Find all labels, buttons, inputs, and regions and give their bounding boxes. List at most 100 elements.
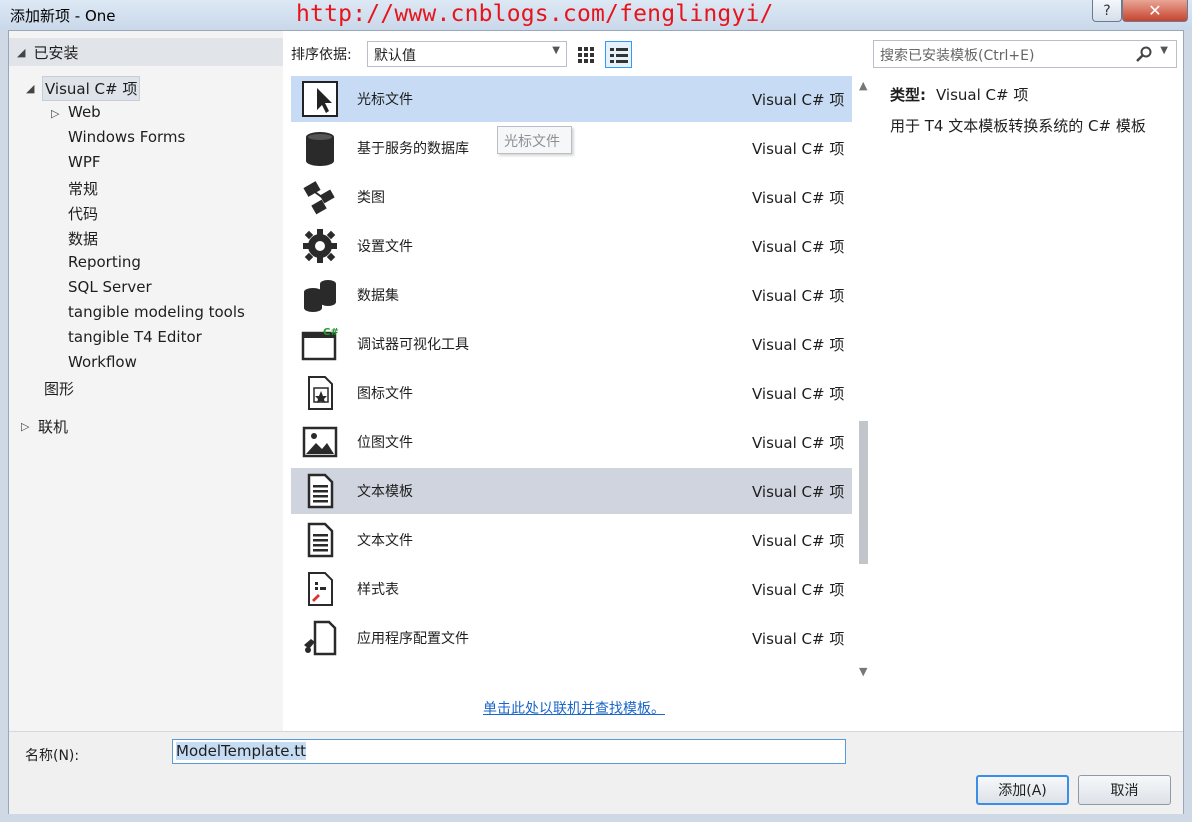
expand-arrow-icon[interactable]: ▷	[51, 107, 59, 120]
scroll-up-icon[interactable]: ▲	[859, 79, 867, 92]
template-name: 基于服务的数据库	[357, 141, 469, 157]
watermark-url: http://www.cnblogs.com/fenglingyi/	[296, 1, 774, 27]
template-type: Visual C# 项	[752, 238, 845, 256]
search-placeholder: 搜索已安装模板(Ctrl+E)	[880, 48, 1035, 64]
template-type: Visual C# 项	[752, 189, 845, 207]
help-button[interactable]: ?	[1092, 0, 1122, 22]
tree-item[interactable]: Windows Forms	[68, 128, 185, 146]
expand-arrow-icon[interactable]: ▷	[21, 420, 29, 433]
template-type: Visual C# 项	[752, 630, 845, 648]
description-text: 用于 T4 文本模板转换系统的 C# 模板	[890, 117, 1146, 135]
search-input[interactable]: 搜索已安装模板(Ctrl+E) ▼	[873, 40, 1177, 68]
template-type: Visual C# 项	[752, 532, 845, 550]
grid-view-icon	[577, 46, 594, 63]
template-row[interactable]: 文本文件 Visual C# 项	[291, 517, 852, 563]
search-icon[interactable]	[1136, 46, 1152, 62]
sort-dropdown[interactable]: 默认值 ▼	[367, 41, 567, 67]
template-type: Visual C# 项	[752, 287, 845, 305]
template-name: 类图	[357, 190, 385, 206]
template-name: 文本文件	[357, 533, 413, 549]
tree-item[interactable]: Reporting	[68, 253, 141, 271]
list-scrollbar[interactable]: ▲ ▼	[855, 76, 873, 682]
tree-item[interactable]: SQL Server	[68, 278, 152, 296]
list-view-icon	[609, 47, 628, 63]
tree-item[interactable]: WPF	[68, 153, 101, 171]
window-title: 添加新项 - One	[10, 7, 116, 25]
name-label: 名称(N):	[25, 748, 80, 764]
tooltip: 光标文件	[497, 126, 572, 154]
name-field[interactable]: ModelTemplate.tt	[172, 739, 846, 764]
scroll-down-icon[interactable]: ▼	[859, 665, 867, 678]
template-name: 位图文件	[357, 435, 413, 451]
template-row[interactable]: 设置文件 Visual C# 项	[291, 223, 852, 269]
collapse-arrow-icon: ◢	[17, 45, 26, 59]
template-list: 光标文件 Visual C# 项基于服务的数据库 Visual C# 项类图 Visu…	[291, 76, 873, 682]
search-options-chevron-icon[interactable]: ▼	[1160, 45, 1168, 56]
title-bar: 添加新项 - One http://www.cnblogs.com/fengli…	[0, 0, 1192, 30]
template-row[interactable]: 数据集 Visual C# 项	[291, 272, 852, 318]
template-type: Visual C# 项	[752, 483, 845, 501]
template-name: 图标文件	[357, 386, 413, 402]
toolbar: 排序依据: 默认值 ▼	[291, 39, 581, 69]
dialog-client: ◢ 已安装 ◢ Visual C# 项 ▷ Web Windows Forms WPF 常规…	[8, 30, 1184, 814]
icon-file-icon	[308, 376, 333, 410]
settings-gear-icon	[303, 229, 337, 263]
class-diagram-icon	[303, 181, 335, 215]
tree-item[interactable]: 代码	[68, 203, 98, 224]
template-name: 设置文件	[357, 239, 413, 255]
template-type: Visual C# 项	[752, 385, 845, 403]
add-button[interactable]: 添加(A)	[976, 775, 1069, 805]
template-type: Visual C# 项	[752, 581, 845, 599]
tree-item[interactable]: Workflow	[68, 353, 137, 371]
template-name: 光标文件	[357, 92, 413, 108]
template-row[interactable]: 类图 Visual C# 项	[291, 174, 852, 220]
name-value: ModelTemplate.tt	[176, 742, 307, 760]
template-type: Visual C# 项	[752, 140, 845, 158]
template-row[interactable]: 文本模板 Visual C# 项	[291, 468, 852, 514]
debugger-visualizer-icon: C#	[301, 327, 339, 361]
add-label: 添加(A)	[998, 783, 1047, 799]
template-row[interactable]: 应用程序配置文件 Visual C# 项	[291, 615, 852, 661]
small-icons-view-button[interactable]	[572, 41, 599, 68]
tree-item[interactable]: 常规	[68, 178, 98, 199]
find-online-link[interactable]: 单击此处以联机并查找模板。	[483, 698, 665, 718]
template-row[interactable]: 位图文件 Visual C# 项	[291, 419, 852, 465]
tree-item[interactable]: tangible modeling tools	[68, 303, 245, 321]
dataset-icon	[304, 280, 336, 312]
bitmap-icon	[302, 426, 338, 458]
close-icon: ✕	[1148, 1, 1162, 20]
template-type: Visual C# 项	[752, 91, 845, 109]
tree-item[interactable]: 图形	[44, 378, 74, 399]
chevron-down-icon: ▼	[552, 45, 560, 56]
template-row[interactable]: 图标文件 Visual C# 项	[291, 370, 852, 416]
database-icon	[306, 132, 334, 166]
tree-online[interactable]: 联机	[38, 416, 68, 437]
sort-value: 默认值	[374, 48, 416, 64]
type-label: 类型:	[890, 86, 926, 104]
tree-item[interactable]: Web	[68, 103, 101, 121]
template-row[interactable]: 光标文件 Visual C# 项	[291, 76, 852, 122]
help-icon: ?	[1103, 2, 1111, 19]
tree-item[interactable]: Visual C# 项	[42, 76, 141, 101]
template-name: 调试器可视化工具	[357, 337, 469, 353]
template-row[interactable]: 样式表 Visual C# 项	[291, 566, 852, 612]
template-tree-panel: ◢ 已安装 ◢ Visual C# 项 ▷ Web Windows Forms WPF 常规…	[9, 31, 283, 731]
cancel-button[interactable]: 取消	[1078, 775, 1171, 805]
text-template-icon	[307, 473, 334, 509]
template-name: 数据集	[357, 288, 399, 304]
tree-item[interactable]: 数据	[68, 228, 98, 249]
template-name: 文本模板	[357, 484, 413, 500]
installed-header[interactable]: ◢ 已安装	[9, 38, 283, 66]
cancel-label: 取消	[1110, 783, 1139, 799]
template-type: Visual C# 项	[752, 434, 845, 452]
close-button[interactable]: ✕	[1122, 0, 1188, 22]
collapse-arrow-icon[interactable]: ◢	[26, 82, 34, 95]
tree-item[interactable]: tangible T4 Editor	[68, 328, 202, 346]
installed-label: 已安装	[33, 43, 79, 62]
list-view-button[interactable]	[605, 41, 632, 68]
template-row[interactable]: C# 调试器可视化工具 Visual C# 项	[291, 321, 852, 367]
type-value: Visual C# 项	[936, 86, 1029, 104]
app-config-icon	[304, 620, 337, 656]
stylesheet-icon	[308, 572, 333, 606]
scrollbar-thumb[interactable]	[859, 421, 868, 564]
